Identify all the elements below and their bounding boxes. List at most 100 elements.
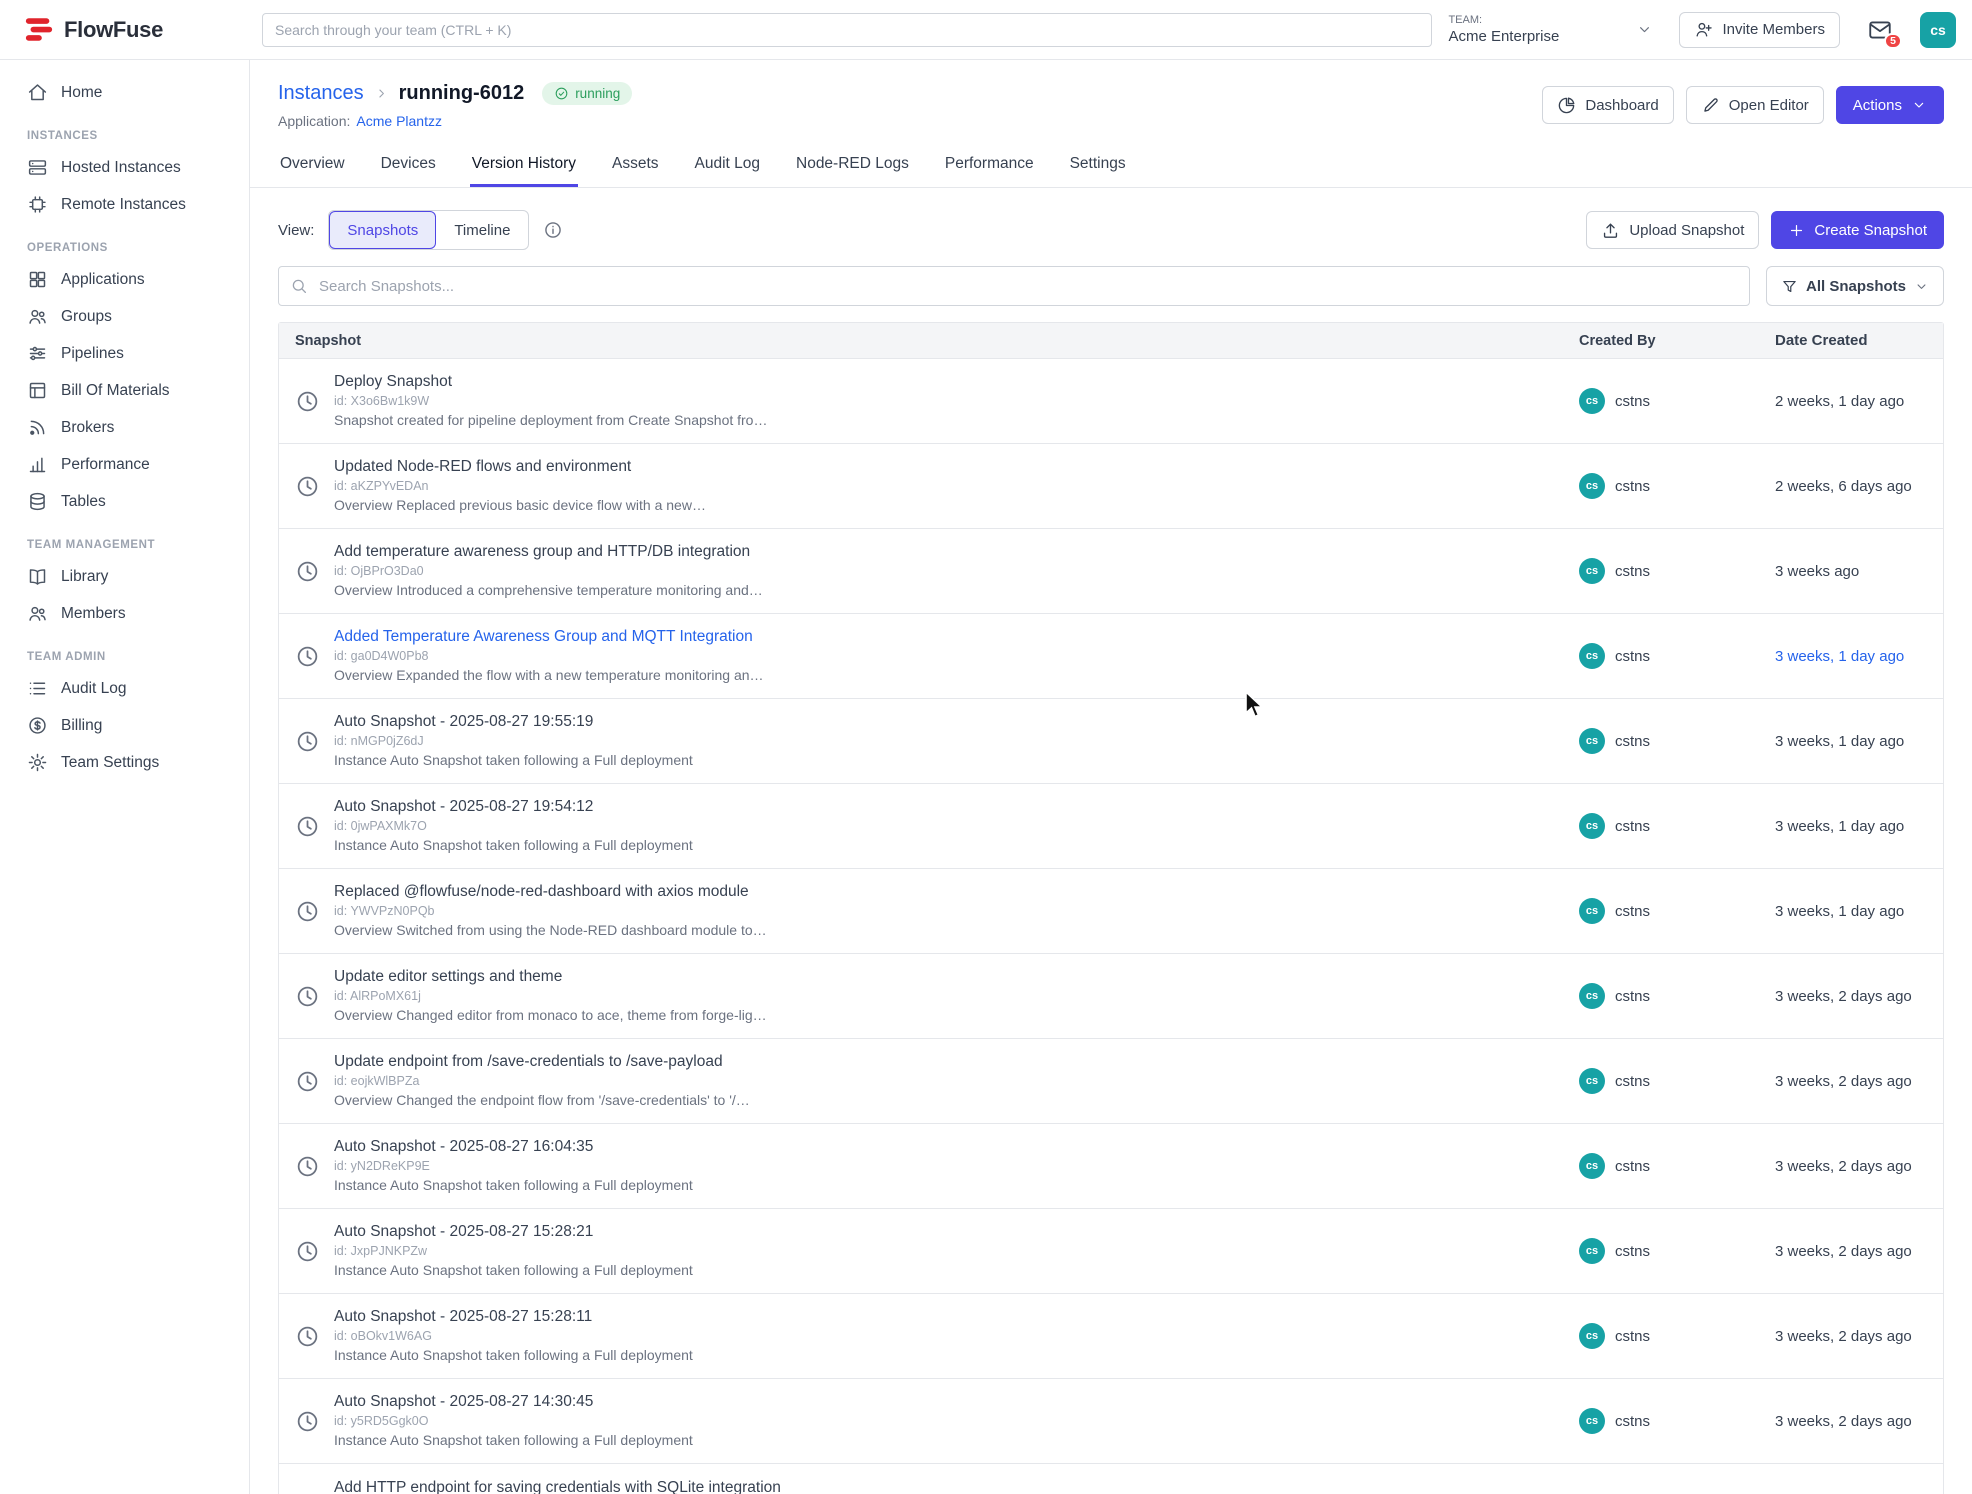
tab-version-history[interactable]: Version History — [470, 149, 578, 187]
date-created: 3 weeks ago — [1775, 563, 1943, 580]
sidebar-item-audit-log[interactable]: Audit Log — [0, 670, 249, 707]
status-badge-label: running — [575, 86, 620, 101]
sidebar-item-remote-instances[interactable]: Remote Instances — [0, 186, 249, 223]
clock-icon — [295, 389, 320, 414]
table-row[interactable]: Added Temperature Awareness Group and MQ… — [279, 614, 1943, 699]
snapshot-title[interactable]: Auto Snapshot - 2025-08-27 19:55:19 — [334, 713, 693, 731]
snapshot-title[interactable]: Add HTTP endpoint for saving credentials… — [334, 1479, 781, 1494]
snapshot-title[interactable]: Added Temperature Awareness Group and MQ… — [334, 628, 764, 646]
snapshot-id: id: X3o6Bw1k9W — [334, 394, 767, 408]
toolbar: View: Snapshots Timeline Upload Snapshot… — [278, 210, 1944, 250]
tab-performance[interactable]: Performance — [943, 149, 1036, 187]
snapshot-title[interactable]: Auto Snapshot - 2025-08-27 14:30:45 — [334, 1393, 693, 1411]
snapshot-id: id: JxpPJNKPZw — [334, 1244, 693, 1258]
table-row[interactable]: Auto Snapshot - 2025-08-27 14:30:45id: y… — [279, 1379, 1943, 1464]
invite-members-button[interactable]: Invite Members — [1679, 12, 1840, 48]
dashboard-button[interactable]: Dashboard — [1542, 86, 1673, 124]
snapshot-id: id: 0jwPAXMk7O — [334, 819, 693, 833]
snapshot-id: id: eojkWlBPZa — [334, 1074, 750, 1088]
flowfuse-logo[interactable]: FlowFuse — [0, 16, 250, 43]
snapshot-title[interactable]: Add temperature awareness group and HTTP… — [334, 543, 763, 561]
topbar-right: TEAM: Acme Enterprise Invite Members 5 c… — [1448, 12, 1972, 48]
column-header-date-created: Date Created — [1775, 332, 1943, 349]
sidebar-item-brokers[interactable]: Brokers — [0, 409, 249, 446]
sidebar-item-performance[interactable]: Performance — [0, 446, 249, 483]
table-row[interactable]: Auto Snapshot - 2025-08-27 19:55:19id: n… — [279, 699, 1943, 784]
global-search — [262, 13, 1432, 47]
create-snapshot-button[interactable]: Create Snapshot — [1771, 211, 1944, 249]
view-snapshots-button[interactable]: Snapshots — [329, 211, 436, 249]
snapshot-title[interactable]: Auto Snapshot - 2025-08-27 15:28:11 — [334, 1308, 693, 1326]
topbar: FlowFuse TEAM: Acme Enterprise Invite Me… — [0, 0, 1972, 60]
global-search-input[interactable] — [262, 13, 1432, 47]
snapshot-id: id: oBOkv1W6AG — [334, 1329, 693, 1343]
snapshot-title[interactable]: Auto Snapshot - 2025-08-27 19:54:12 — [334, 798, 693, 816]
snapshot-title[interactable]: Replaced @flowfuse/node-red-dashboard wi… — [334, 883, 767, 901]
head-actions: Dashboard Open Editor Actions — [1542, 86, 1944, 124]
sidebar-item-bill-of-materials[interactable]: Bill Of Materials — [0, 372, 249, 409]
application-line: Application: Acme Plantzz — [278, 113, 632, 129]
info-icon[interactable] — [543, 220, 563, 240]
table-row[interactable]: Add HTTP endpoint for saving credentials… — [279, 1464, 1943, 1494]
snapshot-title[interactable]: Deploy Snapshot — [334, 373, 767, 391]
notifications-button[interactable]: 5 — [1866, 17, 1894, 43]
snapshot-title[interactable]: Update endpoint from /save-credentials t… — [334, 1053, 750, 1071]
user-plus-icon — [1694, 20, 1713, 39]
sidebar-nav: HomeINSTANCESHosted InstancesRemote Inst… — [0, 60, 250, 1494]
table-row[interactable]: Auto Snapshot - 2025-08-27 16:04:35id: y… — [279, 1124, 1943, 1209]
table-row[interactable]: Auto Snapshot - 2025-08-27 15:28:21 id: J… — [279, 1209, 1943, 1294]
sidebar-item-tables[interactable]: Tables — [0, 483, 249, 520]
tab-devices[interactable]: Devices — [379, 149, 438, 187]
tab-overview[interactable]: Overview — [278, 149, 347, 187]
book-icon — [27, 566, 48, 587]
snapshot-title[interactable]: Auto Snapshot - 2025-08-27 16:04:35 — [334, 1138, 693, 1156]
snapshot-description: Instance Auto Snapshot taken following a… — [334, 1177, 693, 1194]
sidebar-item-label: Billing — [61, 717, 102, 735]
view-timeline-button[interactable]: Timeline — [436, 211, 528, 249]
avatar: cs — [1579, 813, 1605, 839]
sidebar-item-home[interactable]: Home — [0, 74, 249, 111]
created-by-name: cstns — [1615, 393, 1650, 410]
tab-node-red-logs[interactable]: Node-RED Logs — [794, 149, 911, 187]
actions-button[interactable]: Actions — [1836, 86, 1944, 124]
tab-assets[interactable]: Assets — [610, 149, 661, 187]
created-by-name: cstns — [1615, 818, 1650, 835]
sidebar-section-label: OPERATIONS — [27, 242, 249, 254]
sidebar-item-pipelines[interactable]: Pipelines — [0, 335, 249, 372]
table-row[interactable]: Deploy Snapshotid: X3o6Bw1k9WSnapshot cr… — [279, 359, 1943, 444]
sidebar-item-library[interactable]: Library — [0, 558, 249, 595]
snapshot-search-input[interactable] — [278, 266, 1750, 306]
sidebar-item-team-settings[interactable]: Team Settings — [0, 744, 249, 781]
sidebar-item-applications[interactable]: Applications — [0, 261, 249, 298]
user-avatar[interactable]: cs — [1920, 12, 1956, 48]
table-row[interactable]: Replaced @flowfuse/node-red-dashboard wi… — [279, 869, 1943, 954]
sidebar-item-groups[interactable]: Groups — [0, 298, 249, 335]
snapshot-title[interactable]: Update editor settings and theme — [334, 968, 767, 986]
chart-icon — [27, 454, 48, 475]
snapshot-title[interactable]: Updated Node-RED flows and environment — [334, 458, 706, 476]
breadcrumb-instances-link[interactable]: Instances — [278, 82, 364, 105]
clock-icon — [295, 474, 320, 499]
table-row[interactable]: Auto Snapshot - 2025-08-27 19:54:12 id: 0… — [279, 784, 1943, 869]
date-created: 3 weeks, 2 days ago — [1775, 1328, 1943, 1345]
billing-icon — [27, 715, 48, 736]
sidebar-item-hosted-instances[interactable]: Hosted Instances — [0, 149, 249, 186]
tab-audit-log[interactable]: Audit Log — [693, 149, 763, 187]
avatar: cs — [1579, 1068, 1605, 1094]
snapshot-id: id: YWVPzN0PQb — [334, 904, 767, 918]
upload-snapshot-button[interactable]: Upload Snapshot — [1586, 211, 1759, 249]
sidebar-item-billing[interactable]: Billing — [0, 707, 249, 744]
table-row[interactable]: Auto Snapshot - 2025-08-27 15:28:11 id: o… — [279, 1294, 1943, 1379]
tab-settings[interactable]: Settings — [1068, 149, 1128, 187]
open-editor-button[interactable]: Open Editor — [1686, 86, 1824, 124]
sidebar-item-members[interactable]: Members — [0, 595, 249, 632]
snapshot-title[interactable]: Auto Snapshot - 2025-08-27 15:28:21 — [334, 1223, 693, 1241]
team-selector[interactable]: TEAM: Acme Enterprise — [1448, 14, 1653, 45]
snapshot-filter-dropdown[interactable]: All Snapshots — [1766, 266, 1944, 306]
table-row[interactable]: Add temperature awareness group and HTTP… — [279, 529, 1943, 614]
table-row[interactable]: Update editor settings and themeid: AlRP… — [279, 954, 1943, 1039]
application-link[interactable]: Acme Plantzz — [356, 113, 442, 129]
table-row[interactable]: Update endpoint from /save-credentials t… — [279, 1039, 1943, 1124]
table-row[interactable]: Updated Node-RED flows and environmentid… — [279, 444, 1943, 529]
avatar: cs — [1579, 1323, 1605, 1349]
